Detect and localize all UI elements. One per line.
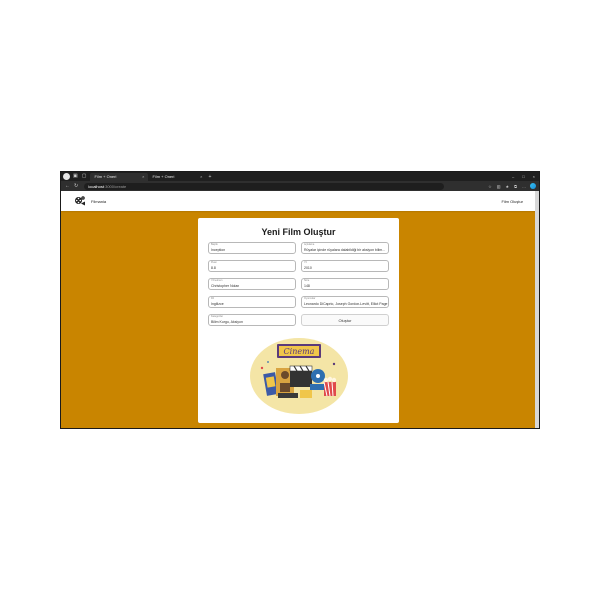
field-value: 148	[304, 284, 310, 288]
create-button[interactable]: Oluştur	[301, 314, 389, 326]
field-label: Kategoriler	[211, 315, 224, 318]
close-icon[interactable]: ×	[142, 173, 144, 181]
brand-link[interactable]: Filmania	[91, 199, 106, 204]
browser-window: ▣ ▢ Film + Oneri × Film + Oneri × + – □ …	[60, 171, 540, 429]
collections-icon[interactable]: ⧉	[514, 184, 517, 189]
minimize-icon[interactable]: –	[512, 174, 514, 179]
field-value: Bilim Kurgu, Aksiyon	[211, 320, 243, 324]
star-icon[interactable]: ☆	[488, 184, 492, 189]
toolbar-icons: ☆ ▥ ★ ⧉ …	[488, 184, 530, 189]
copilot-icon[interactable]	[530, 183, 536, 189]
field-value: Rüyalar içinde rüyalara dalabildiği bir …	[304, 248, 386, 252]
url-field[interactable]: localhost:3000/create	[84, 182, 445, 190]
back-icon[interactable]: ←	[65, 183, 70, 189]
url-path: :3000/create	[104, 183, 127, 189]
new-tab-icon[interactable]: +	[208, 174, 211, 180]
field-label: Puan	[211, 261, 217, 264]
tab-bar: ▣ ▢ Film + Oneri × Film + Oneri × + – □ …	[61, 172, 539, 181]
field-label: Süre	[304, 279, 310, 282]
director-field[interactable]: Yönetmen Christopher Nolan	[208, 278, 296, 290]
cinema-illustration: Cinema	[250, 338, 348, 414]
field-label: Oyuncular	[304, 297, 316, 300]
field-label: Dil	[211, 297, 214, 300]
close-window-icon[interactable]: ×	[533, 174, 535, 179]
maximize-icon[interactable]: □	[522, 174, 524, 179]
create-film-card: Yeni Film Oluştur Başlık Inception Açıkl…	[198, 218, 399, 423]
favorites-icon[interactable]: ★	[506, 184, 510, 189]
refresh-icon[interactable]: ↻	[74, 183, 78, 189]
field-value: İngilizce	[211, 302, 224, 306]
page-content: Filmania Film Oluştur Yeni Film Oluştur …	[61, 191, 537, 428]
tab-active[interactable]: Film + Oneri ×	[90, 173, 149, 181]
address-bar: ← ↻ localhost:3000/create ☆ ▥ ★ ⧉ …	[61, 181, 539, 191]
cinema-sign-text: Cinema	[284, 347, 315, 356]
field-value: Inception	[211, 248, 226, 252]
create-film-link[interactable]: Film Oluştur	[501, 199, 523, 204]
page-title: Yeni Film Oluştur	[261, 227, 336, 237]
rating-field[interactable]: Puan 8.8	[208, 260, 296, 272]
field-value: 8.8	[211, 266, 216, 270]
tab-label: Film + Oneri	[94, 174, 117, 179]
tab-inactive[interactable]: Film + Oneri ×	[148, 173, 206, 181]
field-label: Yıl	[304, 261, 307, 264]
app-navbar: Filmania Film Oluştur	[61, 191, 537, 211]
url-host: localhost	[88, 183, 104, 189]
film-reel-icon[interactable]	[74, 195, 86, 207]
field-label: Yönetmen	[211, 279, 223, 282]
duration-field[interactable]: Süre 148	[301, 278, 389, 290]
categories-field[interactable]: Kategoriler Bilim Kurgu, Aksiyon	[208, 314, 296, 326]
profile-icon[interactable]	[63, 173, 70, 180]
split-icon[interactable]: ▥	[497, 184, 501, 189]
title-field[interactable]: Başlık Inception	[208, 242, 296, 254]
field-value: Leonardo DiCaprio, Joseph Gordon-Levitt,…	[304, 302, 388, 306]
field-value: 2010	[304, 266, 312, 270]
scrollbar[interactable]	[535, 191, 539, 428]
field-label: Başlık	[211, 243, 218, 246]
close-icon[interactable]: ×	[200, 173, 202, 181]
tab-actions-icon[interactable]: ▣	[73, 172, 78, 181]
cast-field[interactable]: Oyuncular Leonardo DiCaprio, Joseph Gord…	[301, 296, 389, 308]
tab-label: Film + Oneri	[152, 174, 175, 179]
tab-list-icon[interactable]: ▢	[82, 172, 87, 181]
field-value: Christopher Nolan	[211, 284, 240, 288]
description-field[interactable]: Açıklama Rüyalar içinde rüyalara dalabil…	[301, 242, 389, 254]
field-label: Açıklama	[304, 243, 315, 246]
more-icon[interactable]: …	[522, 184, 526, 189]
language-field[interactable]: Dil İngilizce	[208, 296, 296, 308]
year-field[interactable]: Yıl 2010	[301, 260, 389, 272]
window-controls: – □ ×	[512, 174, 539, 179]
